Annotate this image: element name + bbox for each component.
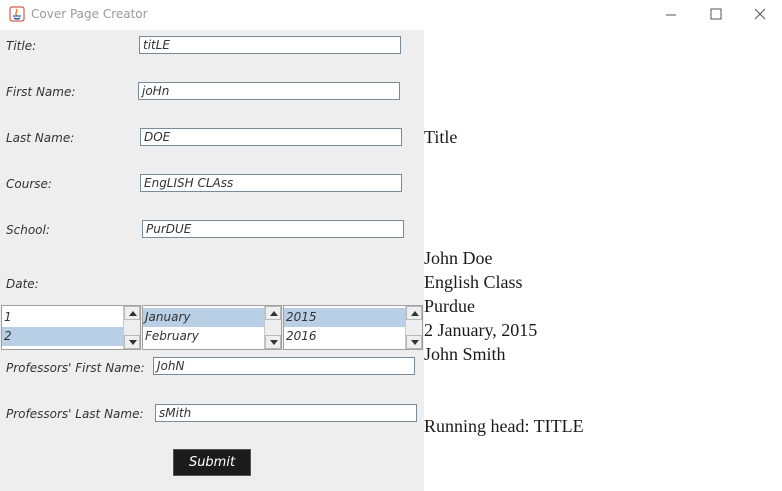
output-course: English Class: [424, 272, 523, 292]
title-bar: Cover Page Creator: [0, 0, 782, 30]
list-item[interactable]: 1: [2, 308, 125, 327]
output-date: 2 January, 2015: [424, 320, 538, 340]
minimize-button[interactable]: [648, 0, 694, 30]
scrollbar[interactable]: [264, 306, 281, 349]
submit-button[interactable]: Submit: [173, 449, 251, 476]
professor-first-name-label: Professors' First Name:: [6, 361, 145, 375]
output-running-head: Running head: TITLE: [424, 416, 584, 436]
scroll-up-icon[interactable]: [265, 306, 281, 320]
list-item[interactable]: 2: [2, 327, 125, 346]
maximize-button[interactable]: [693, 0, 739, 30]
maximize-icon: [710, 8, 722, 20]
course-label: Course:: [6, 177, 52, 191]
title-label: Title:: [6, 39, 37, 53]
scroll-down-icon[interactable]: [406, 335, 422, 349]
scrollbar[interactable]: [123, 306, 140, 349]
first-name-field[interactable]: joHn: [138, 82, 400, 100]
list-item[interactable]: January: [143, 308, 266, 327]
close-button[interactable]: [736, 0, 782, 30]
close-icon: [754, 8, 766, 20]
school-field[interactable]: PurDUE: [142, 220, 404, 238]
scroll-down-icon[interactable]: [265, 335, 281, 349]
scroll-down-icon[interactable]: [124, 335, 140, 349]
list-item[interactable]: February: [143, 327, 266, 346]
output-name: John Doe: [424, 248, 493, 268]
output-title: Title: [424, 127, 458, 147]
day-list[interactable]: 1 2: [1, 305, 141, 350]
date-label: Date:: [6, 277, 39, 291]
output-school: Purdue: [424, 296, 475, 316]
scroll-up-icon[interactable]: [406, 306, 422, 320]
first-name-label: First Name:: [6, 85, 76, 99]
list-item[interactable]: 2016: [284, 327, 407, 346]
java-icon: [9, 6, 25, 22]
last-name-label: Last Name:: [6, 131, 75, 145]
professor-first-name-field[interactable]: JohN: [153, 357, 415, 375]
month-list[interactable]: January February: [142, 305, 282, 350]
school-label: School:: [6, 223, 50, 237]
last-name-field[interactable]: DOE: [140, 128, 402, 146]
minimize-icon: [666, 14, 676, 16]
list-item[interactable]: 2015: [284, 308, 407, 327]
scroll-up-icon[interactable]: [124, 306, 140, 320]
title-field[interactable]: titLE: [139, 36, 401, 54]
window-title: Cover Page Creator: [31, 7, 148, 21]
year-list[interactable]: 2015 2016: [283, 305, 423, 350]
course-field[interactable]: EngLISH CLAss: [140, 174, 402, 192]
output-professor: John Smith: [424, 344, 506, 364]
professor-last-name-field[interactable]: sMith: [155, 404, 417, 422]
professor-last-name-label: Professors' Last Name:: [6, 407, 144, 421]
scrollbar[interactable]: [405, 306, 422, 349]
